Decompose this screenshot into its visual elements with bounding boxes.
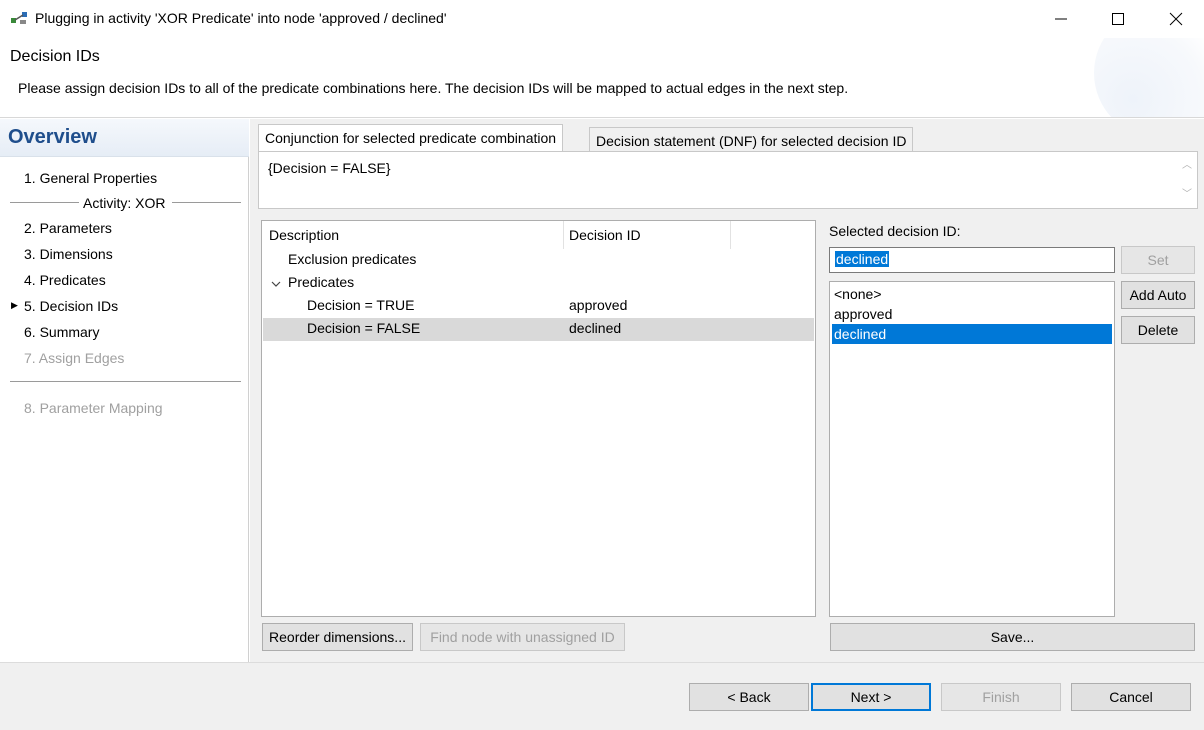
delete-button[interactable]: Delete xyxy=(1121,316,1195,344)
nav-item-general-properties[interactable]: 1. General Properties xyxy=(24,170,157,186)
save-button[interactable]: Save... xyxy=(830,623,1195,651)
table-row-selected[interactable]: Decision = FALSE declined xyxy=(263,318,814,341)
nav-item-summary[interactable]: 6. Summary xyxy=(24,324,99,340)
chevron-down-icon[interactable] xyxy=(271,280,281,288)
separator xyxy=(10,202,79,203)
list-item-selected[interactable]: declined xyxy=(832,324,1112,344)
page-description: Please assign decision IDs to all of the… xyxy=(18,80,849,96)
decision-id-input[interactable]: declined xyxy=(829,247,1115,273)
conjunction-scrollbar[interactable]: ︿ ﹀ xyxy=(1179,156,1195,204)
overview-heading-label: Overview xyxy=(8,126,97,148)
page-title: Decision IDs xyxy=(10,48,100,65)
row-description: Decision = FALSE xyxy=(307,320,421,336)
scroll-up-icon[interactable]: ︿ xyxy=(1179,156,1195,171)
list-item[interactable]: approved xyxy=(832,304,1112,324)
maximize-icon xyxy=(1112,13,1124,25)
app-icon xyxy=(11,12,27,24)
overview-sidebar: Overview 1. General Properties Activity:… xyxy=(0,119,249,662)
column-header-description[interactable]: Description xyxy=(269,227,339,243)
close-button[interactable] xyxy=(1148,0,1204,38)
conjunction-panel: {Decision = FALSE} ︿ ﹀ xyxy=(258,151,1198,209)
nav-item-predicates[interactable]: 4. Predicates xyxy=(24,272,106,288)
column-header-decision-id[interactable]: Decision ID xyxy=(569,227,641,243)
column-separator[interactable] xyxy=(563,221,564,249)
nav-item-decision-ids[interactable]: 5. Decision IDs xyxy=(24,298,118,314)
row-decision-id: declined xyxy=(569,320,622,336)
maximize-button[interactable] xyxy=(1090,0,1146,38)
window-titlebar: Plugging in activity 'XOR Predicate' int… xyxy=(0,0,1204,38)
decision-id-list[interactable]: <none> approved declined xyxy=(829,281,1115,617)
separator xyxy=(10,381,241,382)
nav-item-dimensions[interactable]: 3. Dimensions xyxy=(24,246,113,262)
nav-item-parameter-mapping: 8. Parameter Mapping xyxy=(24,400,163,416)
row-description: Decision = TRUE xyxy=(307,297,415,313)
row-description: Predicates xyxy=(288,274,355,290)
selected-decision-label: Selected decision ID: xyxy=(829,223,961,239)
next-button[interactable]: Next > xyxy=(811,683,931,711)
nav-item-parameters[interactable]: 2. Parameters xyxy=(24,220,112,236)
finish-button[interactable]: Finish xyxy=(941,683,1061,711)
wizard-header: Decision IDs Please assign decision IDs … xyxy=(0,38,1204,118)
row-decision-id: approved xyxy=(569,297,628,313)
add-auto-button[interactable]: Add Auto xyxy=(1121,281,1195,309)
list-item[interactable]: <none> xyxy=(832,284,1112,304)
column-separator[interactable] xyxy=(730,221,731,249)
close-icon xyxy=(1169,12,1183,26)
cancel-button[interactable]: Cancel xyxy=(1071,683,1191,711)
table-row[interactable]: Decision = TRUE approved xyxy=(263,295,814,318)
overview-heading: Overview xyxy=(0,119,249,157)
window-title: Plugging in activity 'XOR Predicate' int… xyxy=(35,10,447,26)
activity-label: Activity: XOR xyxy=(83,195,166,211)
decision-tree-table: Description Decision ID Exclusion predic… xyxy=(261,220,816,617)
back-button[interactable]: < Back xyxy=(689,683,809,711)
tab-conjunction[interactable]: Conjunction for selected predicate combi… xyxy=(258,124,564,154)
banner-decoration xyxy=(1094,38,1204,117)
separator xyxy=(172,202,241,203)
set-button[interactable]: Set xyxy=(1121,246,1195,274)
row-description: Exclusion predicates xyxy=(288,251,417,267)
minimize-icon xyxy=(1055,18,1067,20)
find-unassigned-node-button[interactable]: Find node with unassigned ID xyxy=(420,623,625,651)
nav-item-assign-edges: 7. Assign Edges xyxy=(24,350,125,366)
scroll-down-icon[interactable]: ﹀ xyxy=(1179,185,1195,200)
minimize-button[interactable] xyxy=(1033,0,1089,38)
reorder-dimensions-button[interactable]: Reorder dimensions... xyxy=(262,623,413,651)
table-row[interactable]: Predicates xyxy=(263,272,814,295)
table-row[interactable]: Exclusion predicates xyxy=(263,249,814,272)
conjunction-text: {Decision = FALSE} xyxy=(268,160,391,176)
current-step-arrow-icon: ▶ xyxy=(11,300,18,310)
decision-id-input-text: declined xyxy=(835,251,890,267)
